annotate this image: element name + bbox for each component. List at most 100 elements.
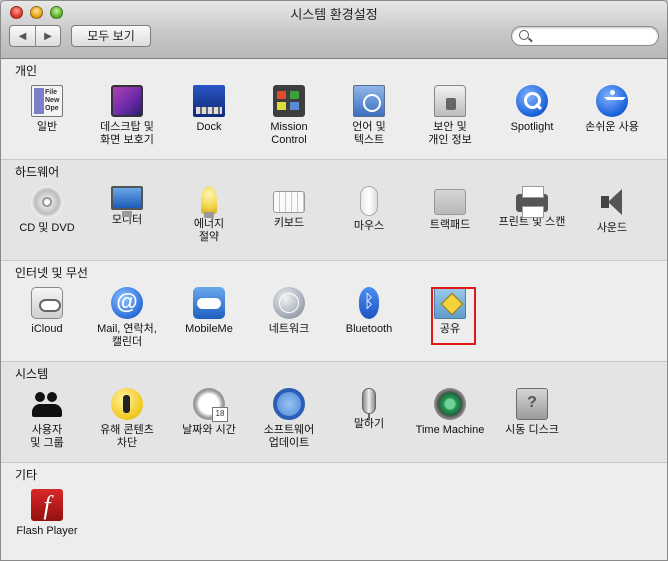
mobileme-icon xyxy=(193,287,225,319)
pref-pane-label: Dock xyxy=(168,121,250,134)
pref-pane-label-line: Control xyxy=(271,134,307,146)
pref-pane-energy-saver[interactable]: 에너지 절약 xyxy=(168,186,250,244)
software-update-icon xyxy=(273,388,305,420)
pref-pane-label: Spotlight xyxy=(491,121,573,134)
preferences-grid: 개인 File New Ope 일반 데스크탑 및 화면 보호기 Dock Mission Con… xyxy=(1,59,667,560)
pref-pane-label-line: Mission xyxy=(270,121,308,133)
printer-icon xyxy=(516,186,548,218)
pref-pane-label-line: CD 및 DVD xyxy=(19,222,75,234)
pref-pane-label-line: 네트워크 xyxy=(268,323,310,335)
pref-pane-label-line: 캘린더 xyxy=(111,336,143,348)
pref-pane-printer[interactable]: 프린트 및 스캔 xyxy=(491,186,573,229)
pref-pane-label-line: 텍스트 xyxy=(353,134,385,146)
pref-pane-bluetooth[interactable]: Bluetooth xyxy=(328,287,410,336)
pref-pane-label: 소프트웨어 업데이트 xyxy=(248,424,330,450)
pref-pane-microphone[interactable]: 말하기 xyxy=(328,388,410,431)
pref-pane-label-line: 시동 디스크 xyxy=(505,424,559,436)
date-time-icon xyxy=(193,388,228,422)
pref-pane-speaker[interactable]: 사운드 xyxy=(571,186,653,235)
pref-pane-mission-control[interactable]: Mission Control xyxy=(248,85,330,147)
keyboard-icon xyxy=(273,191,305,213)
microphone-icon xyxy=(362,388,376,420)
pref-pane-keyboard[interactable]: 키보드 xyxy=(248,186,330,230)
forward-button[interactable]: ▶ xyxy=(34,26,60,46)
time-machine-icon xyxy=(434,388,466,420)
pref-pane-mobileme[interactable]: MobileMe xyxy=(168,287,250,336)
pref-pane-network[interactable]: 네트워크 xyxy=(248,287,330,336)
accessibility-icon xyxy=(596,85,628,117)
pref-pane-spotlight[interactable]: Spotlight xyxy=(491,85,573,134)
section-0: 개인 File New Ope 일반 데스크탑 및 화면 보호기 Dock Mission Con… xyxy=(1,59,667,160)
pref-pane-label: 트랙패드 xyxy=(409,219,491,232)
pref-pane-startup-disk[interactable]: 시동 디스크 xyxy=(491,388,573,437)
selection-highlight xyxy=(431,287,476,345)
pref-pane-security-privacy[interactable]: 보안 및 개인 정보 xyxy=(409,85,491,147)
pref-pane-label: 데스크탑 및 화면 보호기 xyxy=(86,121,168,147)
users-groups-icon xyxy=(31,388,63,420)
mission-control-icon xyxy=(273,85,305,117)
cd-dvd-icon xyxy=(31,186,63,218)
mail-contacts-icon xyxy=(111,287,143,319)
back-arrow-icon: ◀ xyxy=(18,30,27,42)
pref-pane-label-line: MobileMe xyxy=(185,323,233,335)
pref-pane-label-line: Dock xyxy=(196,121,222,133)
pref-pane-mouse[interactable]: 마우스 xyxy=(328,186,410,233)
pref-pane-label-line: 차단 xyxy=(116,437,138,449)
pref-pane-label: CD 및 DVD xyxy=(6,222,88,235)
pref-pane-label-line: 마우스 xyxy=(353,220,385,232)
pref-pane-label-line: 키보드 xyxy=(273,217,305,229)
mouse-icon xyxy=(360,186,378,216)
section-title: 기타 xyxy=(15,468,38,482)
back-button[interactable]: ◀ xyxy=(10,26,35,46)
startup-disk-icon xyxy=(516,388,548,420)
pref-pane-label: Mail, 연락처, 캘린더 xyxy=(86,323,168,349)
general-icon-bar xyxy=(34,88,44,114)
pref-pane-language-text[interactable]: 언어 및 텍스트 xyxy=(328,85,410,147)
pref-pane-label: 언어 및 텍스트 xyxy=(328,121,410,147)
pref-pane-label-line: Mail, 연락처, xyxy=(97,323,157,335)
show-all-button[interactable]: 모두 보기 xyxy=(71,25,151,47)
pref-pane-label: 시동 디스크 xyxy=(491,424,573,437)
spotlight-icon xyxy=(516,85,548,117)
back-forward-group: ◀ ▶ xyxy=(9,25,61,47)
pref-pane-icloud[interactable]: iCloud xyxy=(6,287,88,336)
section-1: 하드웨어 CD 및 DVD 모니터 에너지 절약 키보드 마우스 트랙패드 프린트 및 스캔 사운… xyxy=(1,160,667,261)
pref-pane-parental-controls[interactable]: 유해 콘텐츠 차단 xyxy=(86,388,168,450)
trackpad-icon xyxy=(434,189,466,215)
pref-pane-software-update[interactable]: 소프트웨어 업데이트 xyxy=(248,388,330,450)
pref-pane-label-line: 데스크탑 및 xyxy=(100,121,154,133)
general-icon-text-line: File xyxy=(45,89,58,96)
section-title: 인터넷 및 무선 xyxy=(15,266,88,280)
pref-pane-label-line: 손쉬운 사용 xyxy=(585,121,639,133)
pref-pane-label-line: 사용자 xyxy=(31,424,63,436)
pref-pane-label: 사운드 xyxy=(571,222,653,235)
flash-player-icon xyxy=(31,489,63,521)
network-icon xyxy=(273,287,305,319)
section-title: 개인 xyxy=(15,64,38,78)
pref-pane-label-line: 개인 정보 xyxy=(428,134,472,146)
pref-pane-mail-contacts[interactable]: Mail, 연락처,캘린더 xyxy=(86,287,168,349)
pref-pane-dock[interactable]: Dock xyxy=(168,85,250,134)
monitor-icon xyxy=(111,186,143,217)
search-input[interactable] xyxy=(511,26,659,46)
pref-pane-cd-dvd[interactable]: CD 및 DVD xyxy=(6,186,88,235)
pref-pane-flash-player[interactable]: Flash Player xyxy=(6,489,88,538)
pref-pane-label: 키보드 xyxy=(248,217,330,230)
pref-pane-label-line: 절약 xyxy=(198,231,220,243)
pref-pane-desktop-screensaver[interactable]: 데스크탑 및 화면 보호기 xyxy=(86,85,168,147)
section-2: 인터넷 및 무선 iCloud Mail, 연락처,캘린더 MobileMe 네트워크 B… xyxy=(1,261,667,362)
pref-pane-label: 일반 xyxy=(6,121,88,134)
pref-pane-general[interactable]: File New Ope 일반 xyxy=(6,85,88,134)
pref-pane-label: Time Machine xyxy=(409,424,491,437)
pref-pane-accessibility[interactable]: 손쉬운 사용 xyxy=(571,85,653,134)
pref-pane-users-groups[interactable]: 사용자 및 그룹 xyxy=(6,388,88,450)
pref-pane-monitor[interactable]: 모니터 xyxy=(86,186,168,227)
pref-pane-time-machine[interactable]: Time Machine xyxy=(409,388,491,437)
pref-pane-label-line: Bluetooth xyxy=(345,323,393,335)
pref-pane-label-line: 업데이트 xyxy=(268,437,310,449)
section-title: 시스템 xyxy=(15,367,49,381)
search-icon xyxy=(519,30,529,40)
pref-pane-trackpad[interactable]: 트랙패드 xyxy=(409,186,491,232)
pref-pane-date-time[interactable]: 날짜와 시간 xyxy=(168,388,250,437)
pref-pane-label: 네트워크 xyxy=(248,323,330,336)
